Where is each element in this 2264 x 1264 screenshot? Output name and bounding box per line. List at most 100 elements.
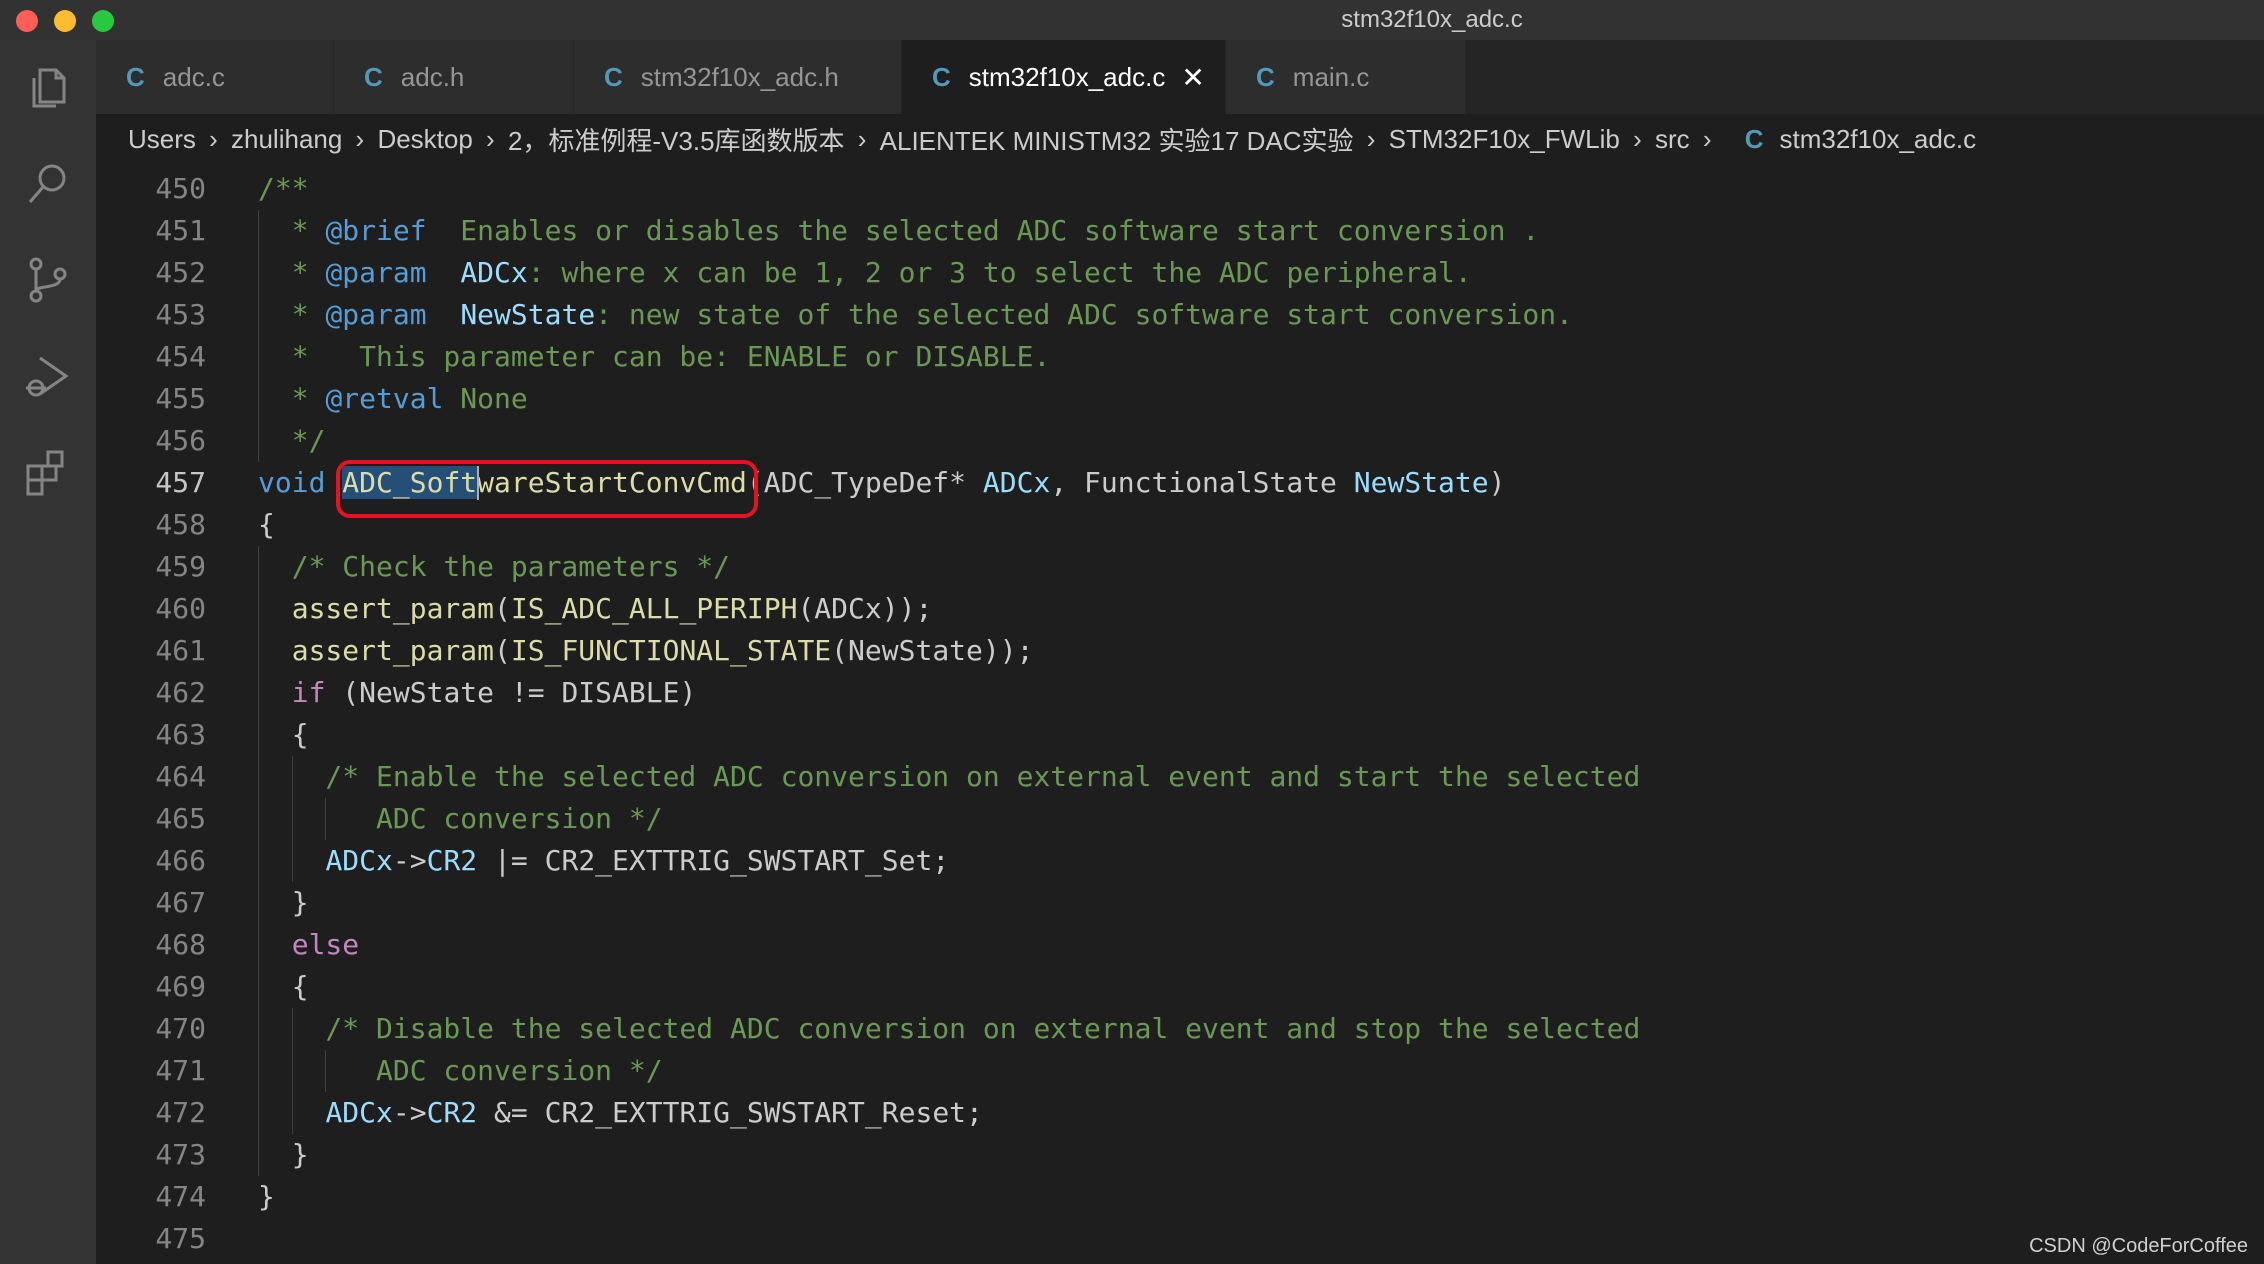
- explorer-icon[interactable]: [22, 62, 74, 114]
- c-file-icon: C: [364, 61, 383, 92]
- line-number: 465: [155, 802, 206, 835]
- code-text: ADC conversion */: [258, 1054, 663, 1087]
- line-number: 470: [155, 1012, 206, 1045]
- chevron-right-icon: ›: [348, 123, 372, 154]
- c-file-icon: C: [604, 61, 623, 92]
- source-control-icon[interactable]: [22, 254, 74, 306]
- code-line[interactable]: 471 ADC conversion */: [96, 1050, 2264, 1092]
- c-file-icon: C: [126, 61, 145, 92]
- line-number: 467: [155, 886, 206, 919]
- code-text: /* Disable the selected ADC conversion o…: [258, 1012, 1641, 1045]
- tab-adc-h[interactable]: C adc.h: [334, 40, 574, 114]
- watermark: CSDN @CodeForCoffee: [2029, 1235, 2248, 1257]
- breadcrumb-item[interactable]: Users: [128, 124, 196, 155]
- line-number: 450: [155, 172, 206, 205]
- tab-label: stm32f10x_adc.c: [968, 61, 1166, 92]
- code-line[interactable]: 460 assert_param(IS_ADC_ALL_PERIPH(ADCx)…: [96, 588, 2264, 630]
- extensions-icon[interactable]: [22, 446, 74, 498]
- line-number: 452: [155, 256, 206, 289]
- code-line[interactable]: 463 {: [96, 714, 2264, 756]
- code-line[interactable]: 455 * @retval None: [96, 378, 2264, 420]
- highlight-box: [335, 460, 758, 518]
- code-line[interactable]: 473 }: [96, 1134, 2264, 1176]
- code-line[interactable]: 466 ADCx->CR2 |= CR2_EXTTRIG_SWSTART_Set…: [96, 840, 2264, 882]
- line-number: 453: [155, 298, 206, 331]
- code-line[interactable]: 461 assert_param(IS_FUNCTIONAL_STATE(New…: [96, 630, 2264, 672]
- chevron-right-icon: ›: [1625, 123, 1649, 154]
- line-number: 473: [155, 1138, 206, 1171]
- breadcrumb-item[interactable]: Desktop: [377, 124, 472, 155]
- indent-guide: [258, 210, 259, 462]
- line-number: 471: [155, 1054, 206, 1087]
- line-number: 461: [155, 634, 206, 667]
- chevron-right-icon: ›: [1695, 123, 1719, 154]
- title-bar: stm32f10x_adc.c: [0, 0, 2264, 40]
- code-line[interactable]: 453 * @param NewState: new state of the …: [96, 294, 2264, 336]
- line-number: 456: [155, 424, 206, 457]
- breadcrumb-item[interactable]: ALIENTEK MINISTM32 实验17 DAC实验: [880, 121, 1354, 158]
- breadcrumb-item[interactable]: zhulihang: [231, 124, 342, 155]
- line-number: 454: [155, 340, 206, 373]
- tab-label: stm32f10x_adc.h: [640, 61, 839, 92]
- line-number: 468: [155, 928, 206, 961]
- code-text: /**: [258, 172, 309, 205]
- code-line[interactable]: 470 /* Disable the selected ADC conversi…: [96, 1008, 2264, 1050]
- code-line[interactable]: 452 * @param ADCx: where x can be 1, 2 o…: [96, 252, 2264, 294]
- code-line[interactable]: 464 /* Enable the selected ADC conversio…: [96, 756, 2264, 798]
- code-text: ADCx->CR2 |= CR2_EXTTRIG_SWSTART_Set;: [325, 844, 950, 877]
- code-line[interactable]: 465 ADC conversion */: [96, 798, 2264, 840]
- code-text: * This parameter can be: ENABLE or DISAB…: [258, 340, 1051, 373]
- code-line[interactable]: 456 */: [96, 420, 2264, 462]
- chevron-right-icon: ›: [478, 123, 502, 154]
- code-line[interactable]: 462 if (NewState != DISABLE): [96, 672, 2264, 714]
- line-number: 474: [155, 1180, 206, 1213]
- tab-stm32f10x-adc-c[interactable]: C stm32f10x_adc.c ✕: [902, 40, 1226, 114]
- code-line[interactable]: 467 }: [96, 882, 2264, 924]
- code-line[interactable]: 450 /**: [96, 168, 2264, 210]
- code-line[interactable]: 459 /* Check the parameters */: [96, 546, 2264, 588]
- code-text: }: [258, 1138, 309, 1171]
- breadcrumb-item[interactable]: 2，标准例程-V3.5库函数版本: [508, 121, 845, 158]
- code-line[interactable]: 472 ADCx->CR2 &= CR2_EXTTRIG_SWSTART_Res…: [96, 1092, 2264, 1134]
- line-number: 475: [155, 1222, 206, 1255]
- indent-guide: [325, 798, 327, 840]
- tab-main-c[interactable]: C main.c: [1226, 40, 1466, 114]
- code-editor[interactable]: 450 /** 451 * @brief Enables or disables t…: [96, 164, 2264, 1264]
- line-number: 466: [155, 844, 206, 877]
- text-cursor: [477, 466, 480, 500]
- code-line[interactable]: 475: [96, 1218, 2264, 1260]
- code-text: {: [258, 718, 309, 751]
- c-file-icon: C: [1744, 123, 1764, 154]
- code-text: */: [258, 424, 326, 457]
- code-line[interactable]: 469 {: [96, 966, 2264, 1008]
- code-text: ADC conversion */: [258, 802, 663, 835]
- line-number: 469: [155, 970, 206, 1003]
- tab-adc-c[interactable]: C adc.c: [96, 40, 334, 114]
- code-line[interactable]: 454 * This parameter can be: ENABLE or D…: [96, 336, 2264, 378]
- code-text: }: [258, 1180, 275, 1213]
- line-number: 459: [155, 550, 206, 583]
- breadcrumb-item[interactable]: src: [1655, 124, 1690, 155]
- code-line[interactable]: 468 else: [96, 924, 2264, 966]
- tab-label: adc.h: [400, 61, 465, 92]
- indent-guide: [291, 1008, 293, 1134]
- search-icon[interactable]: [22, 158, 74, 210]
- tab-stm32f10x-adc-h[interactable]: C stm32f10x_adc.h: [574, 40, 902, 114]
- code-line[interactable]: 474}: [96, 1176, 2264, 1218]
- activity-bar: [0, 40, 96, 1264]
- code-text: ADCx->CR2 &= CR2_EXTTRIG_SWSTART_Reset;: [325, 1096, 983, 1129]
- breadcrumb-item[interactable]: STM32F10x_FWLib: [1389, 124, 1620, 155]
- indent-guide: [291, 756, 293, 882]
- code-text: * @brief Enables or disables the selecte…: [258, 214, 1540, 247]
- code-text: * @retval None: [258, 382, 528, 415]
- code-text: {: [258, 508, 275, 541]
- chevron-right-icon: ›: [201, 123, 226, 154]
- run-debug-icon[interactable]: [22, 350, 74, 402]
- code-line[interactable]: 451 * @brief Enables or disables the sel…: [96, 210, 2264, 252]
- breadcrumb-file[interactable]: stm32f10x_adc.c: [1780, 124, 1977, 155]
- code-text: * @param NewState: new state of the sele…: [258, 298, 1573, 331]
- line-number: 463: [155, 718, 206, 751]
- line-number: 458: [155, 508, 206, 541]
- code-text: assert_param(IS_ADC_ALL_PERIPH(ADCx));: [291, 592, 933, 625]
- close-icon[interactable]: ✕: [1181, 61, 1204, 94]
